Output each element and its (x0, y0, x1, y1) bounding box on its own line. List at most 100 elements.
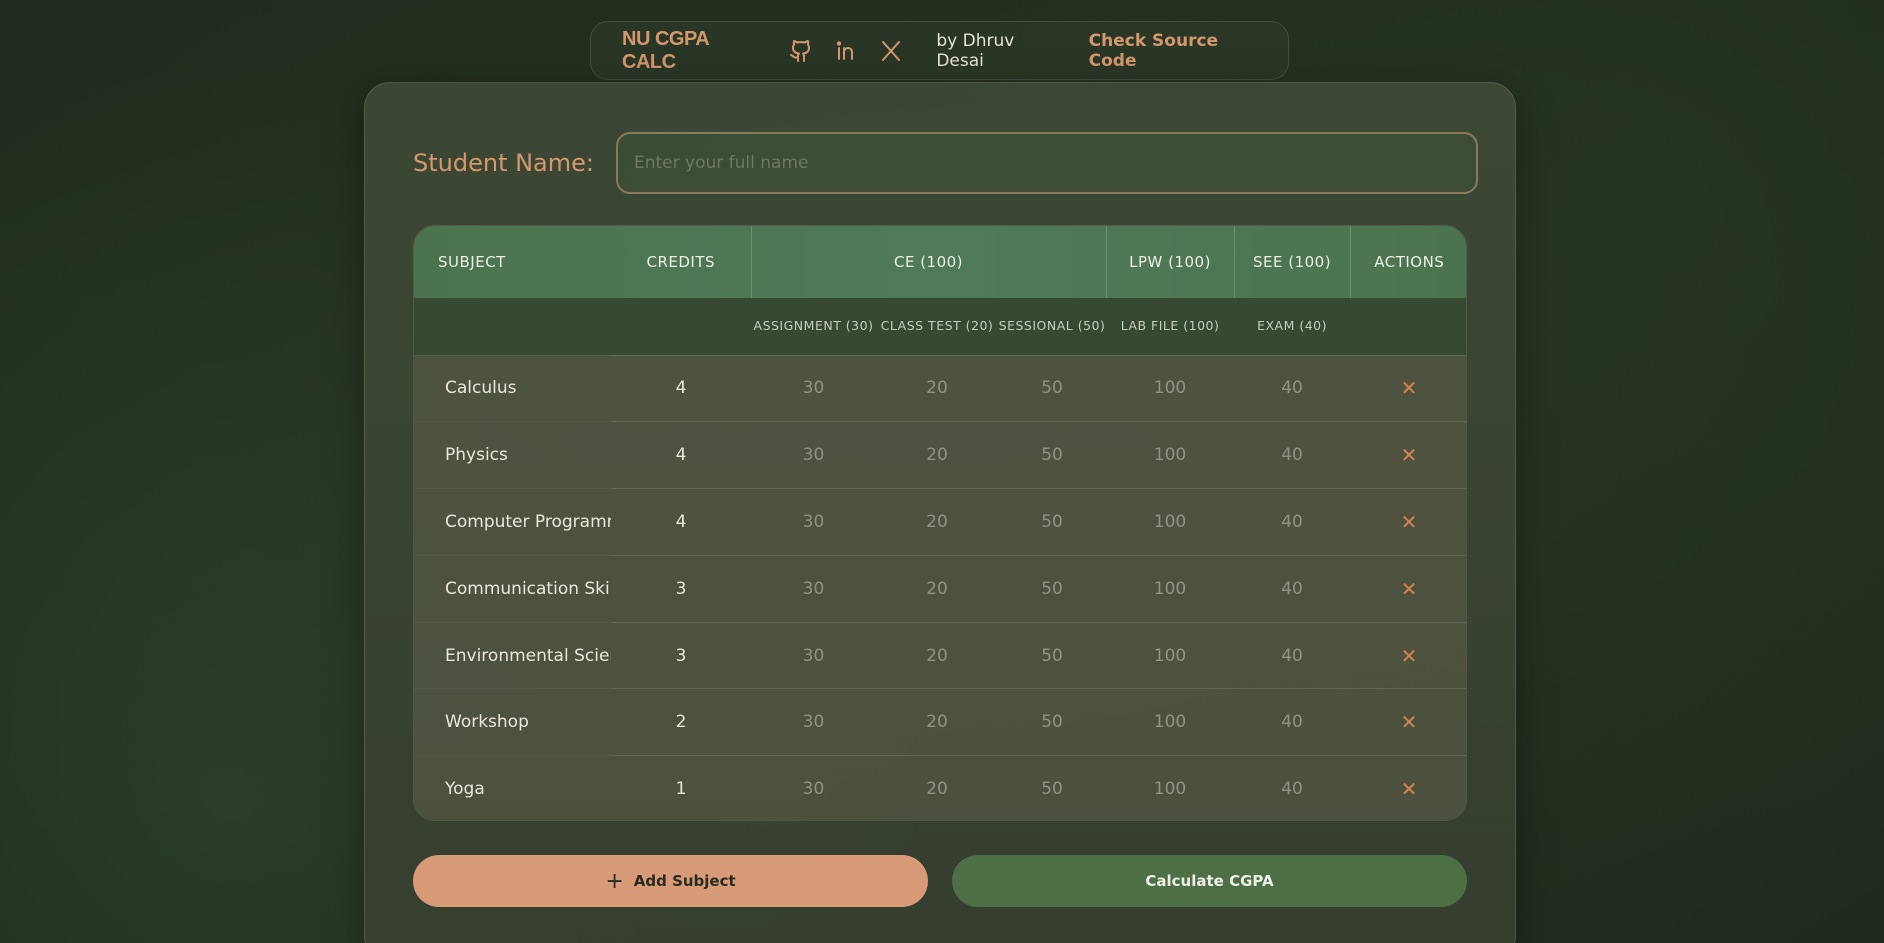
subject-cell[interactable]: Yoga (414, 756, 611, 820)
student-name-label: Student Name: (413, 149, 594, 177)
actions-header: ACTIONS (1349, 226, 1466, 298)
calculator-card: Student Name: SUBJECT CREDITS CE (100) L… (364, 82, 1516, 943)
table-row: Communication Skills 3 30 20 50 100 40 ✕ (414, 555, 1466, 623)
subheader-empty (414, 298, 611, 355)
class-test-subheader: CLASS TEST (20) (880, 318, 994, 334)
add-subject-label: Add Subject (633, 872, 736, 890)
lab-file-cell[interactable]: 100 (1106, 555, 1234, 622)
sessional-cell[interactable]: 50 (998, 689, 1106, 756)
assignment-subheader: ASSIGNMENT (30) (753, 318, 874, 334)
lpw-header: LPW (100) (1105, 226, 1235, 298)
class-test-cell[interactable]: 20 (876, 422, 998, 489)
exam-cell[interactable]: 40 (1234, 622, 1350, 689)
actions-cell: ✕ (1350, 689, 1466, 756)
remove-row-icon[interactable]: ✕ (1401, 376, 1418, 400)
plus-icon: + (605, 868, 624, 894)
subjects-table: SUBJECT CREDITS CE (100) LPW (100) SEE (… (413, 225, 1467, 821)
credits-cell[interactable]: 4 (611, 355, 751, 422)
table-row: Environmental Scienc 3 30 20 50 100 40 ✕ (414, 622, 1466, 689)
remove-row-icon[interactable]: ✕ (1401, 777, 1418, 801)
table-row: Workshop 2 30 20 50 100 40 ✕ (414, 688, 1466, 756)
actions-cell: ✕ (1350, 355, 1466, 422)
sessional-cell[interactable]: 50 (998, 622, 1106, 689)
exam-cell[interactable]: 40 (1234, 555, 1350, 622)
subject-cell[interactable]: Environmental Scienc (414, 622, 611, 689)
sessional-cell[interactable]: 50 (998, 756, 1106, 820)
exam-cell[interactable]: 40 (1234, 489, 1350, 556)
credits-cell[interactable]: 3 (611, 622, 751, 689)
assignment-cell[interactable]: 30 (751, 689, 876, 756)
subject-header: SUBJECT (438, 253, 506, 271)
credits-cell[interactable]: 1 (611, 756, 751, 820)
credits-cell[interactable]: 4 (611, 422, 751, 489)
assignment-cell[interactable]: 30 (751, 622, 876, 689)
table-row: Calculus 4 30 20 50 100 40 ✕ (414, 355, 1466, 422)
calculate-cgpa-button[interactable]: Calculate CGPA (952, 855, 1467, 907)
ce-header: CE (100) (750, 226, 1107, 298)
lab-file-cell[interactable]: 100 (1106, 489, 1234, 556)
credits-cell[interactable]: 4 (611, 489, 751, 556)
subheader-empty (611, 298, 751, 355)
class-test-cell[interactable]: 20 (876, 489, 998, 556)
brand-logo[interactable]: NU CGPA CALC (622, 28, 755, 74)
exam-cell[interactable]: 40 (1234, 355, 1350, 422)
actions-cell: ✕ (1350, 555, 1466, 622)
remove-row-icon[interactable]: ✕ (1401, 644, 1418, 668)
table-row: Yoga 1 30 20 50 100 40 ✕ (414, 755, 1466, 820)
linkedin-icon[interactable] (834, 38, 858, 64)
see-header: SEE (100) (1233, 226, 1351, 298)
actions-cell: ✕ (1350, 756, 1466, 820)
x-icon[interactable] (879, 38, 903, 64)
actions-cell: ✕ (1350, 422, 1466, 489)
actions-cell: ✕ (1350, 489, 1466, 556)
actions-cell: ✕ (1350, 622, 1466, 689)
lab-file-cell[interactable]: 100 (1106, 689, 1234, 756)
lab-file-subheader: LAB FILE (100) (1120, 318, 1220, 334)
student-name-row: Student Name: (413, 132, 1478, 194)
table-row: Physics 4 30 20 50 100 40 ✕ (414, 421, 1466, 489)
sessional-cell[interactable]: 50 (998, 422, 1106, 489)
exam-cell[interactable]: 40 (1234, 756, 1350, 820)
sessional-subheader: SESSIONAL (50) (998, 318, 1106, 334)
assignment-cell[interactable]: 30 (751, 422, 876, 489)
credits-cell[interactable]: 2 (611, 689, 751, 756)
assignment-cell[interactable]: 30 (751, 756, 876, 820)
github-icon[interactable] (789, 38, 813, 64)
credits-header: CREDITS (646, 253, 716, 271)
lab-file-cell[interactable]: 100 (1106, 756, 1234, 820)
assignment-cell[interactable]: 30 (751, 355, 876, 422)
calculate-cgpa-label: Calculate CGPA (1145, 872, 1274, 890)
remove-row-icon[interactable]: ✕ (1401, 443, 1418, 467)
check-source-code-link[interactable]: Check Source Code (1089, 31, 1257, 71)
lab-file-cell[interactable]: 100 (1106, 422, 1234, 489)
class-test-cell[interactable]: 20 (876, 355, 998, 422)
sessional-cell[interactable]: 50 (998, 489, 1106, 556)
lab-file-cell[interactable]: 100 (1106, 355, 1234, 422)
class-test-cell[interactable]: 20 (876, 756, 998, 820)
assignment-cell[interactable]: 30 (751, 489, 876, 556)
student-name-input[interactable] (616, 132, 1478, 194)
remove-row-icon[interactable]: ✕ (1401, 710, 1418, 734)
class-test-cell[interactable]: 20 (876, 555, 998, 622)
assignment-cell[interactable]: 30 (751, 555, 876, 622)
table-row: Computer Programmi 4 30 20 50 100 40 ✕ (414, 488, 1466, 556)
exam-cell[interactable]: 40 (1234, 689, 1350, 756)
remove-row-icon[interactable]: ✕ (1401, 577, 1418, 601)
subject-cell[interactable]: Communication Skills (414, 555, 611, 622)
remove-row-icon[interactable]: ✕ (1401, 510, 1418, 534)
lab-file-cell[interactable]: 100 (1106, 622, 1234, 689)
subject-cell[interactable]: Calculus (414, 355, 611, 422)
credits-cell[interactable]: 3 (611, 555, 751, 622)
exam-cell[interactable]: 40 (1234, 422, 1350, 489)
sessional-cell[interactable]: 50 (998, 555, 1106, 622)
author-byline: by Dhruv Desai (936, 30, 1015, 71)
class-test-cell[interactable]: 20 (876, 689, 998, 756)
add-subject-button[interactable]: + Add Subject (413, 855, 928, 907)
exam-subheader: EXAM (40) (1257, 318, 1327, 334)
class-test-cell[interactable]: 20 (876, 622, 998, 689)
top-nav: NU CGPA CALC by Dhruv Desai Check Source… (590, 21, 1289, 80)
subject-cell[interactable]: Computer Programmi (414, 489, 611, 556)
subject-cell[interactable]: Physics (414, 422, 611, 489)
sessional-cell[interactable]: 50 (998, 355, 1106, 422)
subject-cell[interactable]: Workshop (414, 689, 611, 756)
